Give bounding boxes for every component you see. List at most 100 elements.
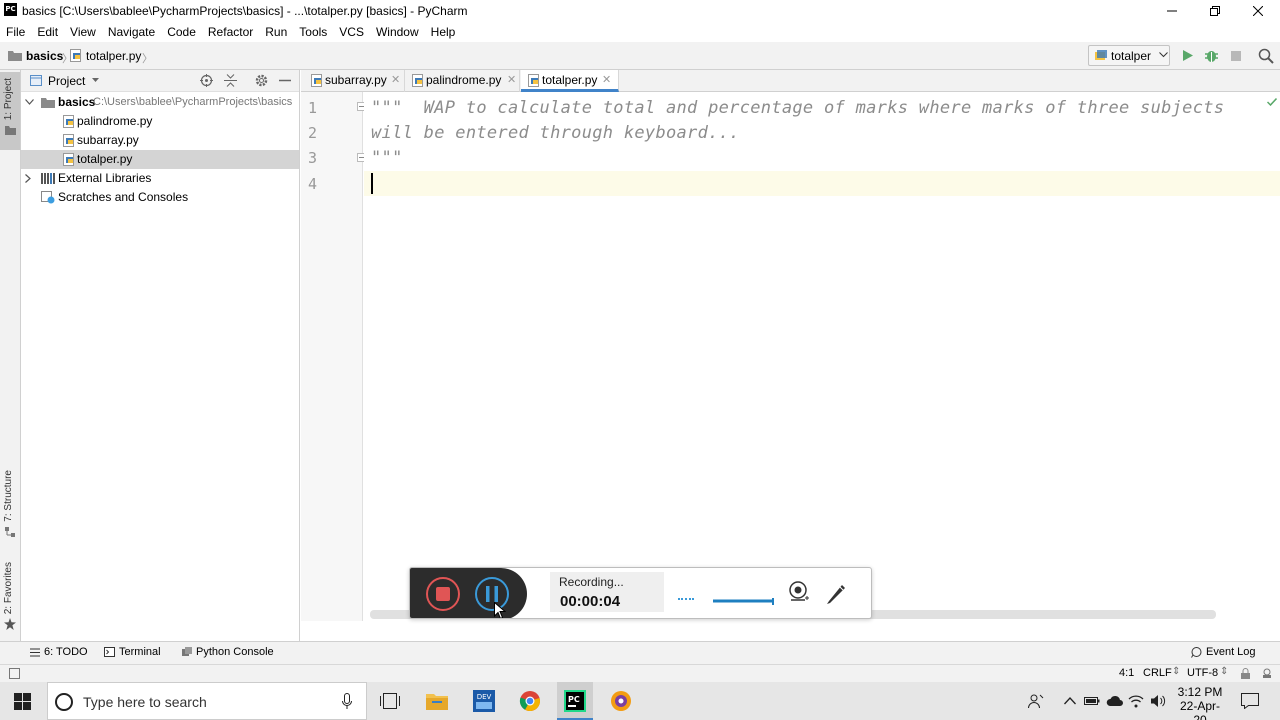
tab-palindrome[interactable]: palindrome.py ✕: [406, 70, 520, 92]
run-configuration-select[interactable]: totalper: [1088, 45, 1170, 66]
pycharm-icon[interactable]: PC: [563, 689, 587, 713]
menu-help[interactable]: Help: [431, 25, 456, 39]
menu-file[interactable]: File: [6, 25, 25, 39]
event-log-tool-button[interactable]: Event Log: [1191, 646, 1256, 658]
tool-windows-toggle-icon[interactable]: [9, 668, 20, 679]
current-line-highlight: [364, 171, 1280, 196]
close-tab-icon[interactable]: ✕: [507, 70, 516, 91]
clock-time: 3:12 PM: [1177, 685, 1223, 699]
volume-icon[interactable]: [1147, 689, 1171, 713]
gear-icon[interactable]: [255, 74, 268, 87]
file-explorer-icon[interactable]: [425, 689, 449, 713]
line-separator[interactable]: CRLF: [1143, 667, 1172, 679]
dev-cpp-icon[interactable]: DEV: [472, 689, 496, 713]
menu-vcs[interactable]: VCS: [339, 25, 364, 39]
structure-tool-tab[interactable]: 7: Structure: [3, 470, 14, 522]
recorder-app-icon[interactable]: [609, 689, 633, 713]
tree-row-scratches[interactable]: Scratches and Consoles: [21, 188, 299, 207]
library-icon: [41, 172, 55, 184]
stop-button[interactable]: [1231, 51, 1241, 61]
recording-status-text: Recording...: [559, 575, 624, 589]
chevron-down-icon: [1159, 52, 1168, 58]
tree-row-file-selected[interactable]: totalper.py: [21, 150, 299, 169]
run-button[interactable]: [1182, 49, 1194, 62]
terminal-tool-button[interactable]: Terminal: [104, 646, 161, 658]
caret-position[interactable]: 4:1: [1119, 667, 1134, 679]
chevron-right-icon[interactable]: [25, 174, 32, 183]
tab-totalper-active[interactable]: totalper.py ✕: [521, 70, 619, 92]
svg-text:PC: PC: [568, 695, 580, 704]
minimize-button[interactable]: [1150, 0, 1194, 22]
windows-taskbar: Type here to search DEV PC 3:12 PM 22-Ap…: [0, 682, 1280, 720]
menu-bar: File Edit View Navigate Code Refactor Ru…: [0, 22, 1280, 42]
microphone-icon[interactable]: [342, 693, 352, 710]
editor-tabs-bar: subarray.py ✕ palindrome.py ✕ totalper.p…: [301, 70, 1280, 92]
navigation-bar: basics 〉 totalper.py 〉 totalper: [0, 42, 1280, 70]
task-view-icon[interactable]: [378, 689, 402, 713]
file-encoding[interactable]: UTF-8: [1187, 667, 1218, 679]
menu-code[interactable]: Code: [167, 25, 196, 39]
collapse-all-icon[interactable]: [224, 74, 237, 87]
code-editor[interactable]: """ WAP to calculate total and percentag…: [364, 92, 1280, 621]
tree-file-label: subarray.py: [77, 133, 139, 147]
code-line: will be entered through keyboard...: [371, 123, 740, 143]
dropdown-arrow-icon[interactable]: [92, 78, 99, 83]
todo-tool-button[interactable]: 6: TODO: [30, 646, 88, 658]
stop-recording-button[interactable]: [425, 576, 461, 612]
tree-row-file[interactable]: palindrome.py: [21, 112, 299, 131]
breadcrumb-file[interactable]: totalper.py: [86, 49, 141, 63]
menu-edit[interactable]: Edit: [37, 25, 58, 39]
taskbar-clock[interactable]: 3:12 PM 22-Apr-20: [1174, 685, 1226, 720]
close-button[interactable]: [1236, 0, 1280, 22]
debug-button[interactable]: [1204, 48, 1219, 63]
tree-scratches-label: Scratches and Consoles: [58, 190, 189, 204]
project-view-icon: [30, 75, 42, 86]
taskbar-search-box[interactable]: Type here to search: [47, 682, 367, 720]
webcam-icon[interactable]: [788, 581, 810, 605]
run-configuration-label: totalper: [1111, 49, 1152, 63]
breadcrumb-project[interactable]: basics: [26, 49, 63, 63]
mouse-cursor-icon: [494, 602, 506, 618]
close-tab-icon[interactable]: ✕: [391, 70, 400, 91]
structure-icon: [5, 527, 16, 538]
search-placeholder: Type here to search: [83, 694, 207, 710]
battery-icon[interactable]: [1080, 689, 1104, 713]
python-file-icon: [311, 74, 323, 87]
terminal-icon: [104, 647, 115, 657]
network-icon[interactable]: [1124, 689, 1148, 713]
line-number: 2: [307, 124, 317, 142]
line-number: 3: [307, 149, 317, 167]
lock-icon[interactable]: [1240, 668, 1251, 679]
search-everywhere-icon[interactable]: [1258, 48, 1274, 64]
menu-view[interactable]: View: [70, 25, 96, 39]
tree-row-file[interactable]: subarray.py: [21, 131, 299, 150]
code-line: """ WAP to calculate total and percentag…: [371, 98, 1225, 118]
tree-row-external-libraries[interactable]: External Libraries: [21, 169, 299, 188]
people-icon[interactable]: [1024, 689, 1048, 713]
tree-root-name: basics: [58, 95, 96, 109]
favorites-tool-tab[interactable]: 2: Favorites: [3, 562, 14, 614]
chevron-down-icon[interactable]: [25, 99, 34, 106]
project-view-label[interactable]: Project: [48, 74, 85, 88]
tab-subarray[interactable]: subarray.py ✕: [307, 70, 405, 92]
restore-button[interactable]: [1193, 0, 1237, 22]
folder-icon: [8, 50, 22, 61]
action-center-icon[interactable]: [1238, 689, 1262, 713]
close-tab-icon[interactable]: ✕: [602, 70, 611, 91]
tree-row-root[interactable]: basics C:\Users\bablee\PycharmProjects\b…: [21, 93, 299, 112]
chevron-up-icon[interactable]: [1058, 689, 1082, 713]
menu-window[interactable]: Window: [376, 25, 419, 39]
menu-navigate[interactable]: Navigate: [108, 25, 155, 39]
locate-file-icon[interactable]: [200, 74, 213, 87]
menu-refactor[interactable]: Refactor: [208, 25, 253, 39]
menu-run[interactable]: Run: [265, 25, 287, 39]
windows-start-icon[interactable]: [10, 689, 34, 713]
chrome-icon[interactable]: [518, 689, 542, 713]
python-console-tool-button[interactable]: Python Console: [182, 646, 274, 658]
hide-panel-icon[interactable]: [279, 74, 291, 87]
volume-slider[interactable]: [713, 598, 775, 606]
hector-inspector-icon[interactable]: [1261, 668, 1273, 679]
menu-tools[interactable]: Tools: [299, 25, 327, 39]
pencil-icon[interactable]: [825, 581, 847, 605]
python-config-icon: [1095, 50, 1107, 62]
